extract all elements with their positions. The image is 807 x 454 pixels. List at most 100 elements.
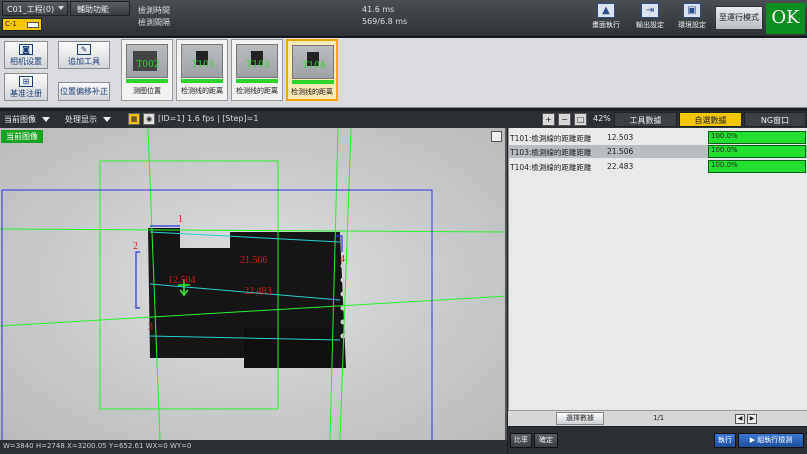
result-ok-indicator: OK — [766, 3, 805, 34]
camera-icon: ◙ — [19, 44, 33, 55]
eye-icon[interactable]: ◉ — [143, 113, 155, 125]
tool-card-t101[interactable]: T101 检测线的距离 — [176, 39, 228, 101]
measure-label-1: 1 — [178, 214, 183, 225]
run-mode-button[interactable]: 至運行模式 — [715, 6, 763, 30]
add-tool-button[interactable]: ✎ 追加工具 — [58, 41, 110, 69]
tab-tool-data[interactable]: 工具數據 — [614, 112, 677, 127]
app-window: C01_工程(0) 輔助功能 C-1 檢測時間 檢測間隔 41.6 ms 569… — [0, 0, 807, 454]
grid-icon[interactable]: ▦ — [128, 113, 140, 125]
add-tool-icon: ✎ — [77, 44, 91, 55]
fullscreen-icon[interactable] — [491, 131, 502, 142]
zoom-percent: 42% — [593, 114, 611, 123]
tool-label: 检测线的距离 — [291, 88, 333, 96]
tool-number: T101 — [191, 60, 215, 70]
execute-button[interactable]: 執行 — [714, 433, 736, 448]
detect-interval-label: 檢測間隔 — [138, 18, 170, 27]
select-data-button[interactable]: 選擇數據 — [556, 412, 604, 425]
camera-icon — [27, 22, 39, 28]
project-menu-button[interactable]: C01_工程(0) — [2, 1, 68, 16]
detect-interval-value: 569/6.8 ms — [362, 17, 408, 26]
measurement-value-2: 22.483 — [244, 286, 272, 297]
fit-window-icon[interactable]: □ — [574, 113, 587, 126]
mode-tab-label: C-1 — [5, 20, 17, 28]
page-indicator: 1/1 — [653, 414, 665, 422]
project-menu-label: C01_工程(0) — [7, 5, 55, 14]
output-settings-button[interactable]: ⇥ 輸出設定 — [632, 2, 668, 34]
zoom-in-icon[interactable]: + — [542, 113, 555, 126]
current-image-tag: 当前图像 — [1, 130, 43, 143]
environment-settings-button[interactable]: ▣ 環境設定 — [674, 2, 710, 34]
data-row[interactable]: T103:檢測線的距離距離 21.506 100.0% — [509, 145, 807, 158]
run-icon: ▲ — [597, 3, 615, 18]
tool-card-t103[interactable]: T103 检测线的距离 — [231, 39, 283, 101]
image-toolbar: 当前图像 处理显示 ▦ ◉ [ID=1] 1.6 fps | [Step]=1 … — [0, 111, 807, 128]
screen-run-label: 畫面執行 — [592, 21, 620, 29]
inspection-image: 1 2 3 4 21.506 22.483 12.504 — [0, 128, 505, 440]
panel-footer: 比率 確定 執行 ▶ 組執行檢測 — [508, 427, 807, 454]
tool-status-bar — [292, 80, 334, 84]
data-row-name: T104:檢測線的距離距離 — [510, 163, 592, 172]
data-row-percent: 100.0% — [708, 145, 806, 158]
output-icon: ⇥ — [641, 3, 659, 18]
image-status-bar: W=3840 H=2748 X=3200.05 Y=652.61 WX=0 WY… — [0, 440, 507, 454]
tool-label: 测图位置 — [133, 87, 161, 95]
register-icon: ⊞ — [19, 76, 33, 87]
top-header: C01_工程(0) 輔助功能 C-1 檢測時間 檢測間隔 41.6 ms 569… — [0, 0, 807, 37]
data-row-percent: 100.0% — [708, 131, 806, 144]
tab-ng-window[interactable]: NG窗口 — [744, 112, 806, 127]
image-viewer[interactable]: 1 2 3 4 21.506 22.483 12.504 当前图像 — [0, 128, 507, 440]
screen-run-button[interactable]: ▲ 畫面執行 — [588, 2, 624, 34]
tool-number: T002 — [136, 60, 160, 70]
tool-thumbnail: T002 — [126, 44, 168, 78]
measure-label-3: 3 — [148, 322, 153, 333]
tool-thumbnail: T104 — [292, 45, 334, 79]
detect-time-label: 檢測時間 — [138, 6, 170, 15]
camera-settings-label: 相机设置 — [10, 57, 42, 66]
compare-button[interactable]: 比率 — [510, 433, 532, 448]
data-panel-pager: 選擇數據 1/1 ◀ ▶ — [508, 410, 807, 426]
register-base-label: 基准注册 — [10, 89, 42, 98]
tab-custom-data[interactable]: 自選數據 — [679, 112, 742, 127]
tool-label: 检测线的距离 — [236, 87, 278, 95]
position-offset-button[interactable]: 位置偏移补正 — [58, 82, 110, 101]
measure-label-4: 4 — [340, 254, 345, 265]
data-row-name: T103:檢測線的距離距離 — [510, 148, 592, 157]
image-select-value: 当前图像 — [4, 115, 36, 124]
camera-settings-button[interactable]: ◙ 相机设置 — [4, 41, 48, 69]
chevron-down-icon — [42, 117, 50, 122]
part-tab — [244, 328, 332, 368]
prev-page-icon[interactable]: ◀ — [735, 414, 745, 424]
tool-thumbnail: T101 — [181, 44, 223, 78]
measurement-value-3: 12.504 — [168, 275, 196, 286]
register-base-button[interactable]: ⊞ 基准注册 — [4, 73, 48, 101]
measure-label-2: 2 — [133, 241, 138, 252]
tool-card-t002[interactable]: T002 测图位置 — [121, 39, 173, 101]
tool-number: T104 — [302, 61, 326, 71]
zoom-out-icon[interactable]: − — [558, 113, 571, 126]
display-select-dropdown[interactable]: 处理显示 — [63, 113, 123, 126]
data-row-value: 22.483 — [607, 162, 634, 171]
environment-icon: ▣ — [683, 3, 701, 18]
help-menu-button[interactable]: 輔助功能 — [70, 1, 130, 16]
tool-status-bar — [126, 79, 168, 83]
data-row[interactable]: T101:檢測線的距離距離 12.503 100.0% — [509, 131, 807, 144]
environment-settings-label: 環境設定 — [678, 21, 706, 29]
image-select-dropdown[interactable]: 当前图像 — [2, 113, 60, 126]
data-row[interactable]: T104:檢測線的距離距離 22.483 100.0% — [509, 160, 807, 173]
display-select-value: 处理显示 — [65, 115, 97, 124]
tool-status-bar — [181, 79, 223, 83]
fps-text: [ID=1] 1.6 fps | [Step]=1 — [158, 114, 259, 123]
tool-number: T103 — [246, 60, 270, 70]
tool-status-bar — [236, 79, 278, 83]
detect-time-value: 41.6 ms — [362, 5, 395, 14]
add-tool-label: 追加工具 — [68, 57, 100, 66]
confirm-button[interactable]: 確定 — [534, 433, 558, 448]
tool-card-t104[interactable]: T104 检测线的距离 — [286, 39, 338, 101]
run-detect-button[interactable]: ▶ 組執行檢測 — [738, 433, 804, 448]
output-settings-label: 輸出設定 — [636, 21, 664, 29]
data-row-name: T101:檢測線的距離距離 — [510, 134, 592, 143]
next-page-icon[interactable]: ▶ — [747, 414, 757, 424]
mode-tab[interactable]: C-1 — [2, 18, 42, 31]
tool-thumbnail: T103 — [236, 44, 278, 78]
tool-label: 检测线的距离 — [181, 87, 223, 95]
